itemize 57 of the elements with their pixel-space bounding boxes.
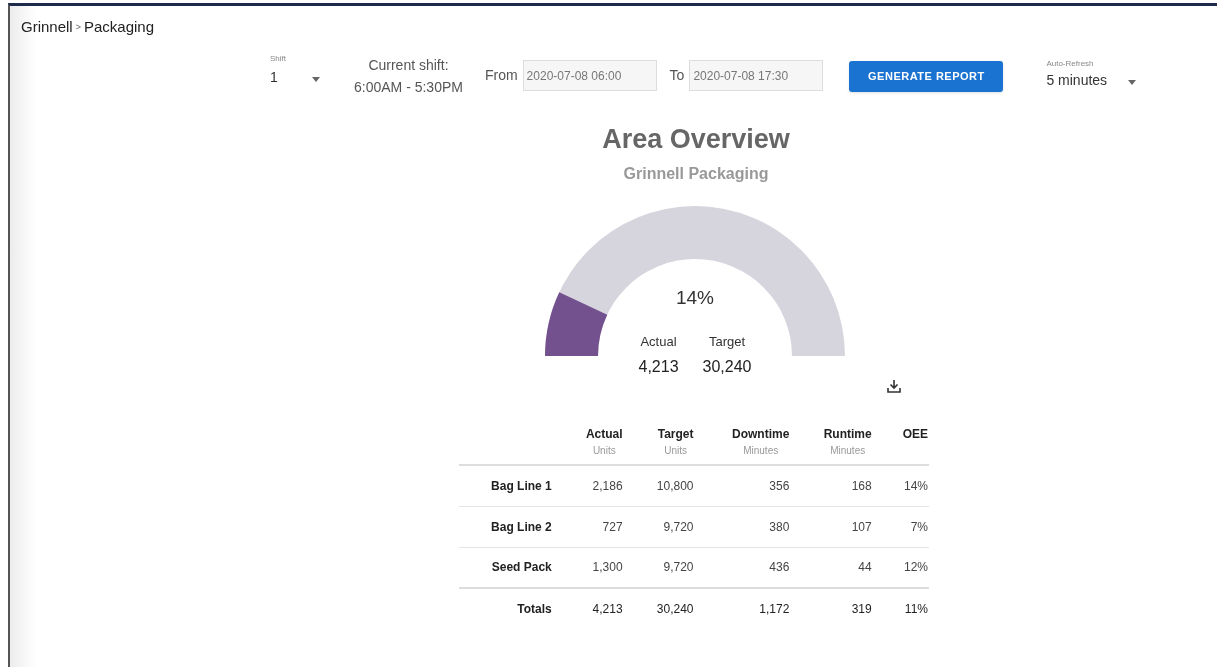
- row-label: Bag Line 2: [491, 519, 552, 534]
- table-cell: 436: [769, 560, 790, 575]
- column-header: Actual: [585, 426, 623, 443]
- table-cell: 1,300: [592, 560, 623, 575]
- table-cell: 168: [851, 478, 872, 493]
- breadcrumb-link[interactable]: Grinnell: [21, 16, 73, 39]
- download-icon[interactable]: [886, 378, 902, 394]
- table-cell: 14%: [903, 478, 928, 493]
- breadcrumb-separator: >: [75, 20, 81, 34]
- table-cell: 44: [858, 560, 872, 575]
- column-unit: Minutes: [743, 444, 779, 458]
- table-cell: 12%: [903, 560, 928, 575]
- table-cell: 9,720: [663, 519, 694, 534]
- field-label: Auto-Refresh: [1046, 58, 1095, 70]
- column-header: Runtime: [823, 426, 872, 443]
- date-field[interactable]: 2020-07-08 17:30: [689, 60, 824, 91]
- gauge-value: 30,240: [702, 356, 752, 377]
- caret-icon: [1128, 80, 1137, 85]
- table-cell: 9,720: [663, 560, 694, 575]
- column-unit: Units: [592, 444, 616, 458]
- row-label: Bag Line 1: [491, 478, 552, 493]
- table-cell: 4,213: [592, 602, 623, 616]
- table-cell: 11%: [904, 602, 928, 616]
- table-cell: 7%: [910, 519, 928, 534]
- shift-hours: 6:00AM - 5:30PM: [354, 78, 463, 97]
- table-cell: 2,186: [592, 478, 623, 493]
- table-cell: 380: [769, 519, 790, 534]
- column-header: OEE: [902, 426, 928, 443]
- generate-report-button[interactable]: GENERATE REPORT: [849, 61, 1004, 92]
- totals-label: Totals: [517, 602, 552, 616]
- table-cell: 107: [851, 519, 872, 534]
- overview-title: Area Overview: [602, 123, 790, 156]
- table-cell: 10,800: [656, 478, 694, 493]
- row-label: Seed Pack: [491, 560, 552, 575]
- caret-icon: [312, 77, 320, 82]
- gauge-label: Actual: [640, 333, 677, 351]
- table-cell: 319: [851, 602, 872, 616]
- date-field[interactable]: 2020-07-08 06:00: [522, 60, 657, 91]
- gauge-value: 4,213: [638, 356, 679, 377]
- field-label: To: [669, 66, 685, 85]
- column-unit: Units: [664, 444, 687, 458]
- shift-select[interactable]: 1: [270, 67, 320, 88]
- column-header: Downtime: [732, 426, 790, 443]
- gauge-percent: 14%: [676, 286, 714, 310]
- breadcrumb-current: Packaging: [83, 17, 154, 37]
- table-cell: 30,240: [656, 602, 694, 616]
- column-unit: Minutes: [830, 444, 866, 458]
- gauge-label: Target: [708, 333, 746, 351]
- column-header: Target: [657, 426, 694, 443]
- overview-subtitle: Grinnell Packaging: [623, 163, 769, 184]
- table-cell: 727: [602, 519, 623, 534]
- auto-refresh-select[interactable]: 5 minutes: [1046, 70, 1137, 91]
- field-label: From: [484, 66, 518, 85]
- shift-label: Current shift:: [368, 56, 449, 75]
- field-label: Shift: [270, 53, 287, 65]
- table-cell: 356: [769, 478, 790, 493]
- table-cell: 1,172: [759, 602, 790, 616]
